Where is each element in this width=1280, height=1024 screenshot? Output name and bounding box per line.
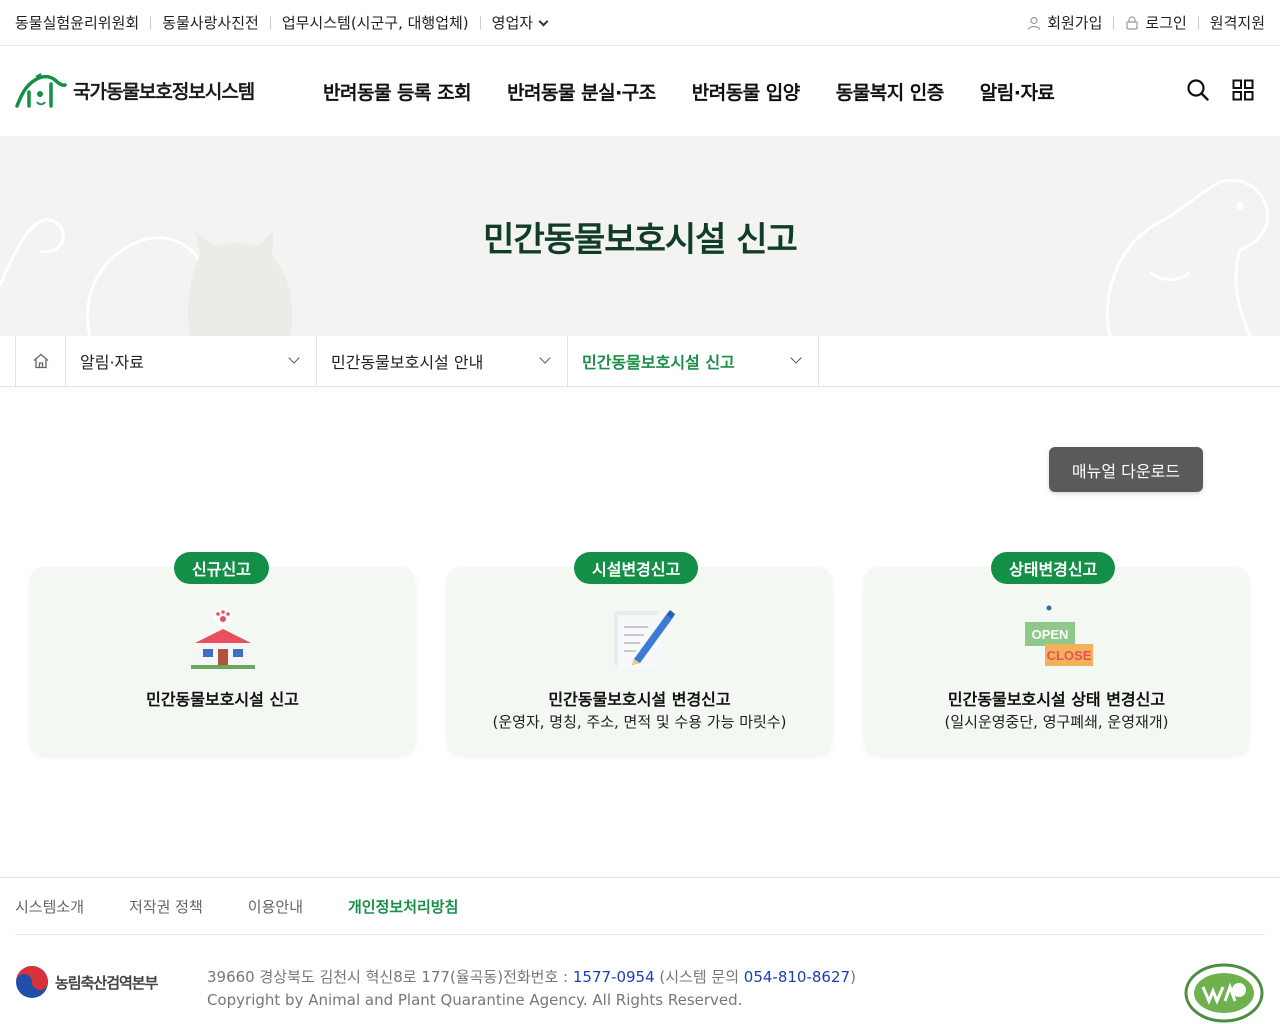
card-title: 민간동물보호시설 상태 변경신고: [947, 690, 1166, 709]
footer-link-copyright[interactable]: 저작권 정책: [129, 896, 203, 917]
logo-text: 국가동물보호정보시스템: [73, 80, 255, 103]
phone-number: 1577-0954: [572, 968, 655, 986]
card-icon-wrap: [30, 605, 415, 671]
divider: [269, 15, 271, 30]
sitemap-grid-icon[interactable]: [1232, 79, 1254, 105]
chevron-down-icon: [790, 352, 802, 364]
nav-notice-data[interactable]: 알림·자료: [980, 78, 1055, 105]
breadcrumb-label: 민간동물보호시설 안내: [331, 353, 484, 372]
util-link-ethics-committee[interactable]: 동물실험윤리위원회: [15, 12, 139, 33]
header-tools: [1164, 78, 1254, 106]
card-subtitle: (일시운영중단, 영구폐쇄, 운영재개): [944, 713, 1169, 731]
footer-info: 39660 경상북도 김천시 혁신8로 177(율곡동)전화번호 : 1577-…: [207, 966, 856, 1012]
breadcrumb-level-1[interactable]: 알림·자료: [66, 336, 317, 386]
home-icon: [33, 353, 48, 369]
agency-name: 농림축산검역본부: [55, 973, 158, 992]
breadcrumb-label: 알림·자료: [80, 353, 144, 372]
site-header: 국가동물보호정보시스템 반려동물 등록 조회 반려동물 분실·구조 반려동물 입…: [0, 46, 1280, 136]
card-subtitle: (운영자, 명칭, 주소, 면적 및 수용 가능 마릿수): [492, 713, 787, 731]
join-link[interactable]: 회원가입: [1027, 12, 1102, 33]
open-close-sign-icon: OPEN CLOSE: [1024, 605, 1093, 666]
nav-adoption[interactable]: 반려동물 입양: [692, 78, 801, 105]
login-label: 로그인: [1145, 14, 1187, 32]
shelter-house-icon: [190, 608, 255, 669]
system-inquiry-prefix: (시스템 문의: [654, 968, 744, 986]
nav-pet-registration[interactable]: 반려동물 등록 조회: [323, 78, 472, 105]
card-title: 민간동물보호시설 변경신고: [548, 690, 731, 709]
footer-links: 시스템소개 저작권 정책 이용안내 개인정보처리방침: [15, 878, 1265, 935]
breadcrumb-label: 민간동물보호시설 신고: [582, 353, 735, 372]
search-icon[interactable]: [1186, 78, 1210, 106]
close-sign-text: CLOSE: [1046, 648, 1091, 663]
open-sign-text: OPEN: [1031, 627, 1068, 642]
remote-support-link[interactable]: 원격지원: [1210, 12, 1265, 33]
logo-icon: [15, 73, 67, 108]
footer-link-privacy[interactable]: 개인정보처리방침: [348, 896, 458, 917]
card-facility-change[interactable]: 민간동물보호시설 변경신고 (운영자, 명칭, 주소, 면적 및 수용 가능 마…: [447, 567, 832, 755]
business-label: 영업자: [491, 14, 534, 32]
card-badge-facility-change: 시설변경신고: [574, 552, 699, 584]
footer-link-about[interactable]: 시스템소개: [15, 896, 84, 917]
page-banner: 민간동물보호시설 신고: [0, 136, 1280, 336]
card-icon-wrap: [447, 605, 832, 671]
lock-icon: [1126, 15, 1138, 30]
join-label: 회원가입: [1047, 14, 1103, 32]
page-title: 민간동물보호시설 신고: [483, 220, 798, 260]
utility-links-right: 회원가입 로그인 원격지원: [1027, 0, 1265, 45]
chevron-down-icon: [288, 352, 300, 364]
divider: [1197, 15, 1199, 30]
system-inquiry-suffix: ): [850, 968, 856, 986]
card-icon-wrap: OPEN CLOSE: [864, 605, 1249, 671]
breadcrumb-level-3[interactable]: 민간동물보호시설 신고: [568, 336, 819, 386]
chevron-down-icon: [538, 16, 549, 27]
copyright-text: Copyright by Animal and Plant Quarantine…: [207, 991, 743, 1009]
card-title: 민간동물보호시설 신고: [146, 690, 299, 709]
web-accessibility-mark-icon: [1184, 963, 1264, 1023]
address-text: 39660 경상북도 김천시 혁신8로 177(율곡동)전화번호 :: [207, 968, 573, 986]
main-navigation: 반려동물 등록 조회 반려동물 분실·구조 반려동물 입양 동물복지 인증 알림…: [323, 46, 1090, 136]
breadcrumb-home[interactable]: [15, 336, 66, 386]
nav-lost-rescue[interactable]: 반려동물 분실·구조: [507, 78, 656, 105]
login-link[interactable]: 로그인: [1125, 12, 1187, 33]
util-link-business-dropdown[interactable]: 영업자: [491, 12, 549, 33]
breadcrumb: 알림·자료 민간동물보호시설 안내 민간동물보호시설 신고: [0, 336, 1280, 387]
nav-welfare-cert[interactable]: 동물복지 인증: [836, 78, 945, 105]
card-badge-status-change: 상태변경신고: [991, 552, 1116, 584]
agency-logo: 농림축산검역본부: [15, 965, 158, 999]
card-new-report[interactable]: 민간동물보호시설 신고: [30, 567, 415, 755]
breadcrumb-level-2[interactable]: 민간동물보호시설 안내: [317, 336, 568, 386]
card-status-change[interactable]: OPEN CLOSE 민간동물보호시설 상태 변경신고 (일시운영중단, 영구폐…: [864, 567, 1249, 755]
chevron-down-icon: [539, 352, 551, 364]
footer-link-guide[interactable]: 이용안내: [248, 896, 303, 917]
site-footer: 시스템소개 저작권 정책 이용안내 개인정보처리방침 농림축산검역본부 3966…: [0, 877, 1280, 1024]
divider: [479, 15, 481, 30]
system-phone-number: 054-810-8627: [743, 968, 851, 986]
footer-address-line: 39660 경상북도 김천시 혁신8로 177(율곡동)전화번호 : 1577-…: [207, 966, 856, 989]
utility-bar: 동물실험윤리위원회 동물사랑사진전 업무시스템(시군구, 대행업체) 영업자 회…: [0, 0, 1280, 46]
divider: [150, 15, 152, 30]
card-badge-new: 신규신고: [174, 552, 269, 584]
util-link-work-system[interactable]: 업무시스템(시군구, 대행업체): [282, 12, 469, 33]
divider: [1113, 15, 1115, 30]
document-pencil-icon: [613, 610, 675, 669]
site-logo[interactable]: 국가동물보호정보시스템: [15, 72, 255, 108]
user-icon: [1028, 16, 1041, 30]
util-link-photo-contest[interactable]: 동물사랑사진전: [162, 12, 259, 33]
taegeuk-emblem-icon: [16, 966, 48, 998]
manual-download-button[interactable]: 매뉴얼 다운로드: [1049, 447, 1203, 492]
utility-links-left: 동물실험윤리위원회 동물사랑사진전 업무시스템(시군구, 대행업체) 영업자: [15, 0, 549, 45]
